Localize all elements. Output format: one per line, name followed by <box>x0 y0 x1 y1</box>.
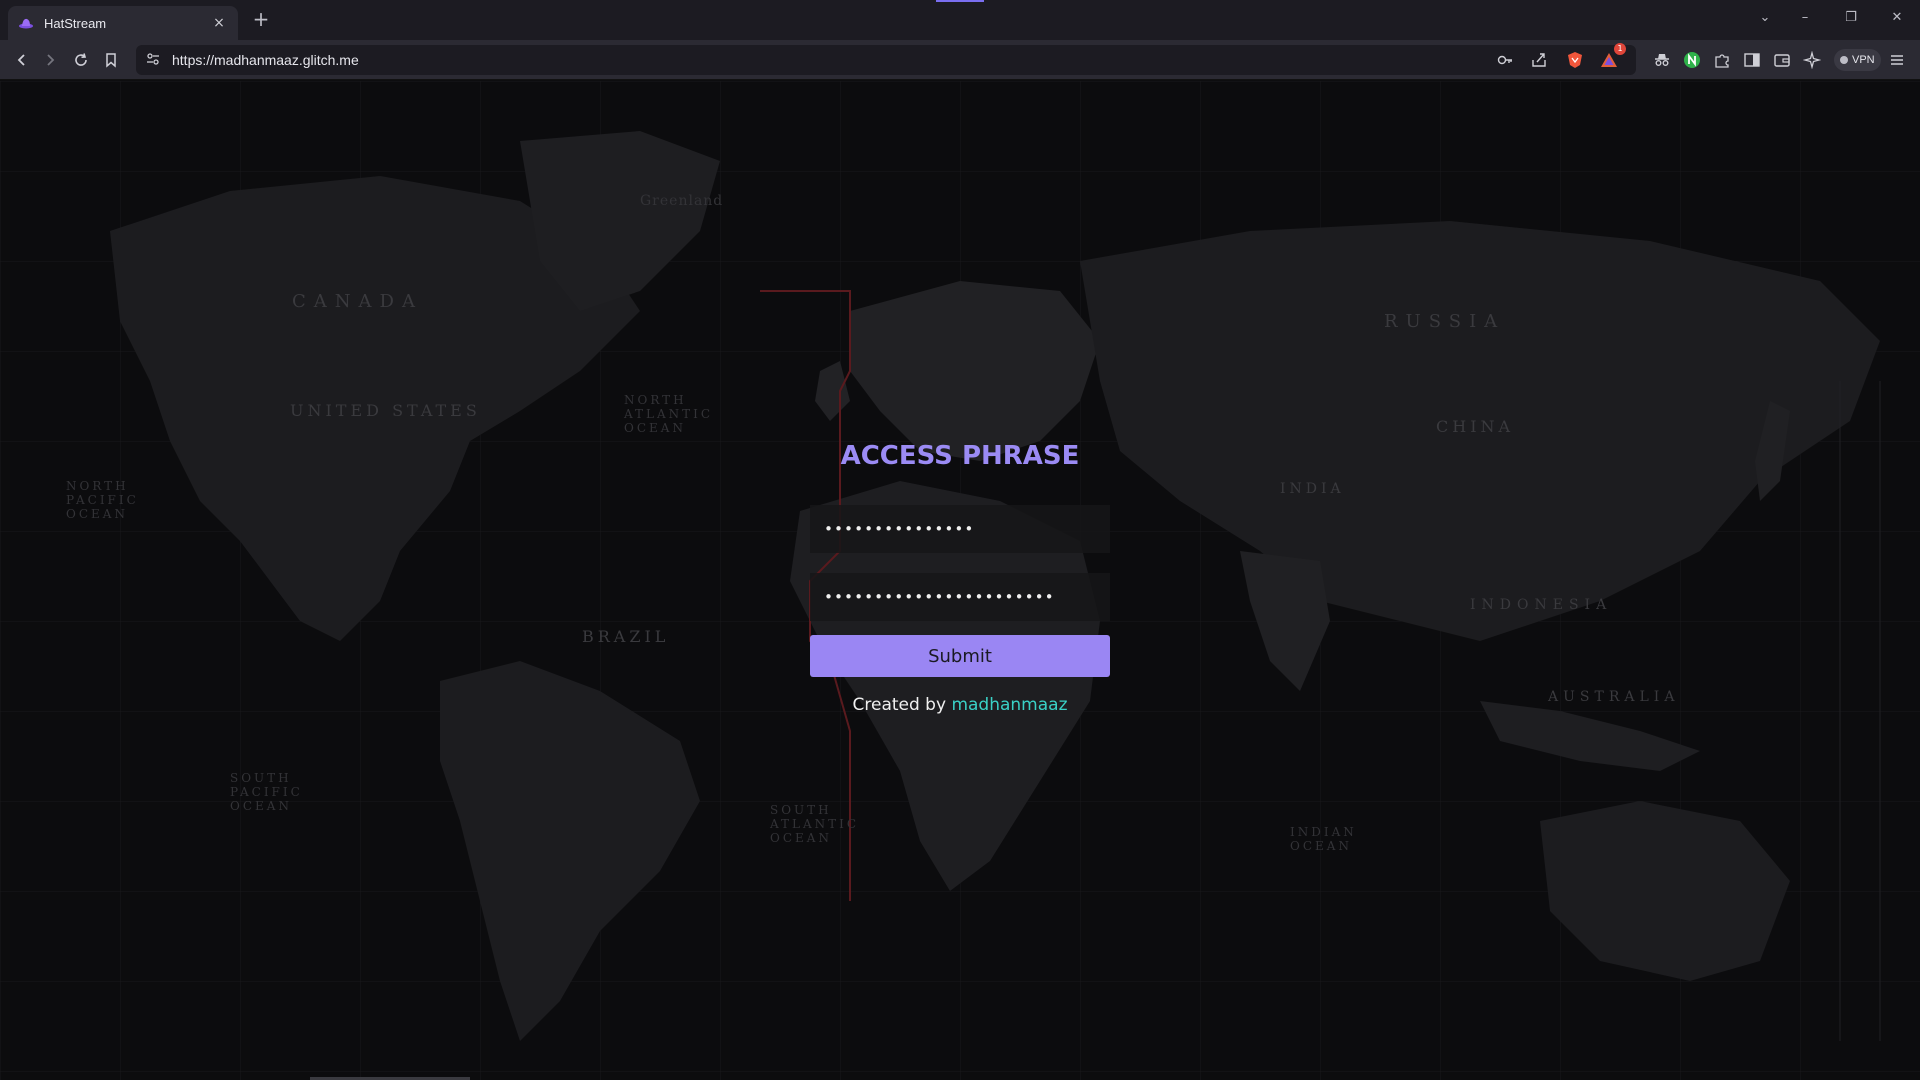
restore-button[interactable]: ❐ <box>1838 10 1864 25</box>
brave-shield-icon[interactable] <box>1564 49 1586 71</box>
share-icon[interactable] <box>1528 49 1550 71</box>
form-title: ACCESS PHRASE <box>840 441 1080 471</box>
minimize-button[interactable]: – <box>1792 10 1818 25</box>
back-arrow-icon[interactable] <box>10 48 34 72</box>
forward-arrow-icon[interactable] <box>38 48 62 72</box>
leo-ai-icon[interactable] <box>1801 49 1823 71</box>
vpn-label: VPN <box>1852 54 1875 66</box>
tab-bar: HatStream × + ⌄ – ❐ ✕ <box>0 0 1920 40</box>
tab-title: HatStream <box>44 15 107 31</box>
map-label-india: INDIA <box>1280 481 1345 497</box>
brave-rewards-icon[interactable]: 1 <box>1598 43 1626 71</box>
map-label-united-states: UNITED STATES <box>290 401 481 420</box>
hat-icon <box>18 15 34 31</box>
map-label-russia: RUSSIA <box>1384 311 1506 332</box>
map-label-south-atlantic: SOUTH ATLANTIC OCEAN <box>770 803 860 845</box>
map-label-north-atlantic: NORTH ATLANTIC OCEAN <box>624 393 714 435</box>
vpn-status-icon <box>1840 56 1848 64</box>
map-label-australia: AUSTRALIA <box>1548 689 1680 705</box>
wallet-icon[interactable] <box>1771 49 1793 71</box>
map-label-greenland: Greenland <box>640 193 724 209</box>
reload-icon[interactable] <box>69 48 93 72</box>
menu-icon[interactable] <box>1886 49 1908 71</box>
tab-indicator <box>936 0 984 2</box>
phrase-input-1[interactable] <box>810 505 1110 553</box>
tab-hatstream[interactable]: HatStream × <box>8 6 238 40</box>
notification-badge: 1 <box>1614 43 1626 55</box>
vpn-button[interactable]: VPN <box>1834 49 1881 71</box>
site-settings-icon[interactable] <box>146 51 160 70</box>
n-extension-icon[interactable] <box>1681 49 1703 71</box>
author-link[interactable]: madhanmaaz <box>951 695 1067 715</box>
map-label-south-pacific: SOUTH PACIFIC OCEAN <box>230 771 303 813</box>
credit-line: Created by madhanmaaz <box>810 695 1110 715</box>
url-text: https://madhanmaaz.glitch.me <box>172 52 359 68</box>
tab-list-chevron-icon[interactable]: ⌄ <box>1752 10 1778 25</box>
browser-toolbar: https://madhanmaaz.glitch.me 1 VPN <box>0 40 1920 80</box>
map-label-canada: CANADA <box>292 291 423 312</box>
key-icon[interactable] <box>1494 49 1516 71</box>
puzzle-extensions-icon[interactable] <box>1711 49 1733 71</box>
incognito-icon[interactable] <box>1651 49 1673 71</box>
sidebar-icon[interactable] <box>1741 49 1763 71</box>
address-bar[interactable]: https://madhanmaaz.glitch.me <box>136 45 1636 75</box>
map-label-china: CHINA <box>1436 417 1515 436</box>
close-tab-icon[interactable]: × <box>210 15 228 31</box>
submit-button[interactable]: Submit <box>810 635 1110 677</box>
bookmark-icon[interactable] <box>99 48 123 72</box>
map-label-north-pacific: NORTH PACIFIC OCEAN <box>66 479 139 521</box>
map-label-brazil: BRAZIL <box>582 627 670 646</box>
credit-prefix: Created by <box>852 695 952 715</box>
close-window-button[interactable]: ✕ <box>1884 10 1910 25</box>
phrase-input-2[interactable] <box>810 573 1110 621</box>
new-tab-button[interactable]: + <box>250 9 272 31</box>
map-label-indonesia: INDONESIA <box>1470 597 1613 613</box>
page-viewport: RUSSIA CANADA UNITED STATES CHINA BRAZIL… <box>0 81 1920 1080</box>
map-label-indian-ocean: INDIAN OCEAN <box>1290 825 1357 853</box>
